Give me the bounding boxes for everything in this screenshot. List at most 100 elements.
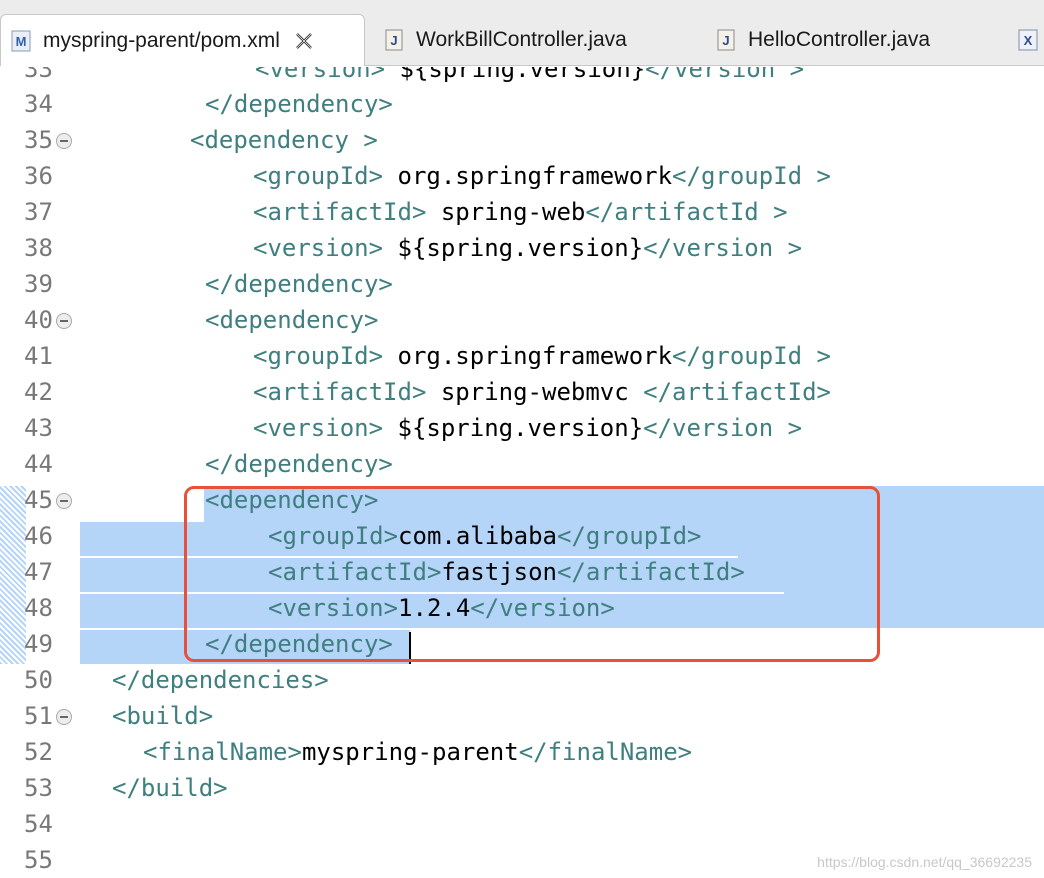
- code-line[interactable]: 37 <artifactId> spring-web</artifactId >: [0, 194, 1044, 230]
- code-line[interactable]: 51 <build>: [0, 698, 1044, 734]
- code-line[interactable]: 44 </dependency>: [0, 446, 1044, 482]
- line-number: 44: [24, 450, 53, 478]
- fold-toggle-icon[interactable]: [56, 313, 72, 329]
- code-text: <artifactId> spring-webmvc </artifactId>: [253, 374, 831, 410]
- tab-pom-xml[interactable]: M myspring-parent/pom.xml: [0, 14, 365, 66]
- xml-tag: <finalName>: [143, 738, 302, 766]
- xml-tag: </dependencies>: [112, 666, 329, 694]
- fold-toggle-icon[interactable]: [56, 133, 72, 149]
- xml-value: org.springframework: [397, 342, 673, 370]
- xml-tag: <groupId>: [253, 342, 398, 370]
- xml-tag: </version >: [643, 414, 803, 442]
- xml-tag: <version>: [253, 234, 398, 262]
- xml-tag: <build>: [112, 702, 214, 730]
- tab-hellocontroller-java[interactable]: J HelloController.java: [716, 14, 930, 66]
- java-file-icon: J: [384, 28, 404, 52]
- code-text: <version> ${spring.version}</version >: [253, 410, 802, 446]
- line-number: 51: [24, 702, 53, 730]
- xml-tag: <groupId>: [253, 162, 398, 190]
- code-text: <version> ${spring.version}</version >: [253, 230, 802, 266]
- highlight-box: [184, 486, 880, 662]
- tab-xml-file[interactable]: X: [1018, 14, 1044, 66]
- tab-label: WorkBillController.java: [416, 28, 627, 51]
- xml-tag: <artifactId>: [253, 378, 441, 406]
- line-number: 34: [24, 90, 53, 118]
- xml-tag: <version>: [255, 67, 400, 83]
- line-number: 47: [24, 558, 53, 586]
- line-number: 54: [24, 810, 53, 838]
- code-line[interactable]: 34 </dependency>: [0, 86, 1044, 122]
- xml-file-icon: X: [1018, 28, 1038, 52]
- line-number: 38: [24, 234, 53, 262]
- code-text: <version> ${spring.version}</version >: [255, 67, 804, 87]
- xml-value: ${spring.version}: [397, 414, 644, 442]
- maven-file-icon: M: [11, 29, 31, 53]
- close-icon[interactable]: [294, 31, 314, 51]
- code-line[interactable]: 52 <finalName>myspring-parent</finalName>: [0, 734, 1044, 770]
- line-number: 53: [24, 774, 53, 802]
- code-line[interactable]: 43 <version> ${spring.version}</version >: [0, 410, 1044, 446]
- xml-tag: </artifactId >: [585, 198, 788, 226]
- tab-label: myspring-parent/pom.xml: [43, 28, 280, 52]
- code-text: <groupId> org.springframework</groupId >: [253, 338, 831, 374]
- code-line[interactable]: 35 <dependency >: [0, 122, 1044, 158]
- code-line[interactable]: 41 <groupId> org.springframework</groupId…: [0, 338, 1044, 374]
- code-line[interactable]: 40 <dependency>: [0, 302, 1044, 338]
- code-text: </dependency>: [205, 446, 393, 482]
- code-text: </dependency>: [205, 266, 393, 302]
- xml-tag: </finalName>: [518, 738, 693, 766]
- fold-toggle-icon[interactable]: [56, 493, 72, 509]
- java-file-icon: J: [716, 28, 736, 52]
- xml-tag: </groupId >: [672, 162, 831, 190]
- line-number: 42: [24, 378, 53, 406]
- line-number: 45: [24, 486, 53, 514]
- code-text: <dependency>: [205, 302, 378, 338]
- fold-toggle-icon[interactable]: [56, 709, 72, 725]
- code-line[interactable]: 50 </dependencies>: [0, 662, 1044, 698]
- line-number: 55: [24, 846, 53, 874]
- xml-value: ${spring.version}: [397, 234, 644, 262]
- code-text: </dependency>: [205, 86, 393, 122]
- tab-workbillcontroller-java[interactable]: J WorkBillController.java: [384, 14, 627, 66]
- line-number: 36: [24, 162, 53, 190]
- line-number: 49: [24, 630, 53, 658]
- code-line[interactable]: 42 <artifactId> spring-webmvc </artifactI…: [0, 374, 1044, 410]
- code-text: <dependency >: [190, 122, 378, 158]
- line-number: 43: [24, 414, 53, 442]
- code-text: <build>: [112, 698, 213, 734]
- code-line[interactable]: 54: [0, 806, 1044, 842]
- line-number: 39: [24, 270, 53, 298]
- xml-value: spring-web: [440, 198, 586, 226]
- xml-tag: </dependency>: [205, 90, 393, 118]
- line-number: 41: [24, 342, 53, 370]
- java-icon-letter: J: [390, 33, 397, 48]
- xml-tag: </version >: [643, 234, 803, 262]
- xml-tag: </version >: [645, 67, 805, 83]
- code-line[interactable]: 36 <groupId> org.springframework</groupId…: [0, 158, 1044, 194]
- maven-icon-letter: M: [16, 34, 27, 49]
- line-number: 37: [24, 198, 53, 226]
- code-line[interactable]: 38 <version> ${spring.version}</version >: [0, 230, 1044, 266]
- xml-tag: </dependency>: [205, 450, 393, 478]
- code-line[interactable]: 33 <version> ${spring.version}</version >: [0, 67, 1044, 87]
- xml-value: spring-webmvc: [440, 378, 644, 406]
- tab-label: HelloController.java: [748, 28, 931, 51]
- xml-tag: <dependency >: [190, 126, 378, 154]
- line-number: 35: [24, 126, 53, 154]
- xml-tag: <artifactId>: [253, 198, 441, 226]
- xml-tag: </dependency>: [205, 270, 393, 298]
- code-text: <groupId> org.springframework</groupId >: [253, 158, 831, 194]
- code-text: </build>: [112, 770, 228, 806]
- xml-tag: <version>: [253, 414, 398, 442]
- watermark: https://blog.csdn.net/qq_36692235: [817, 854, 1032, 870]
- code-line[interactable]: 53 </build>: [0, 770, 1044, 806]
- xml-tag: </artifactId>: [643, 378, 831, 406]
- xml-tag: </groupId >: [672, 342, 831, 370]
- line-number: 52: [24, 738, 53, 766]
- line-number: 48: [24, 594, 53, 622]
- code-line[interactable]: 39 </dependency>: [0, 266, 1044, 302]
- xml-editor[interactable]: 33 <version> ${spring.version}</version >…: [0, 67, 1044, 878]
- xml-value: org.springframework: [397, 162, 673, 190]
- code-text: <artifactId> spring-web</artifactId >: [253, 194, 788, 230]
- xml-tag: <dependency>: [205, 306, 379, 334]
